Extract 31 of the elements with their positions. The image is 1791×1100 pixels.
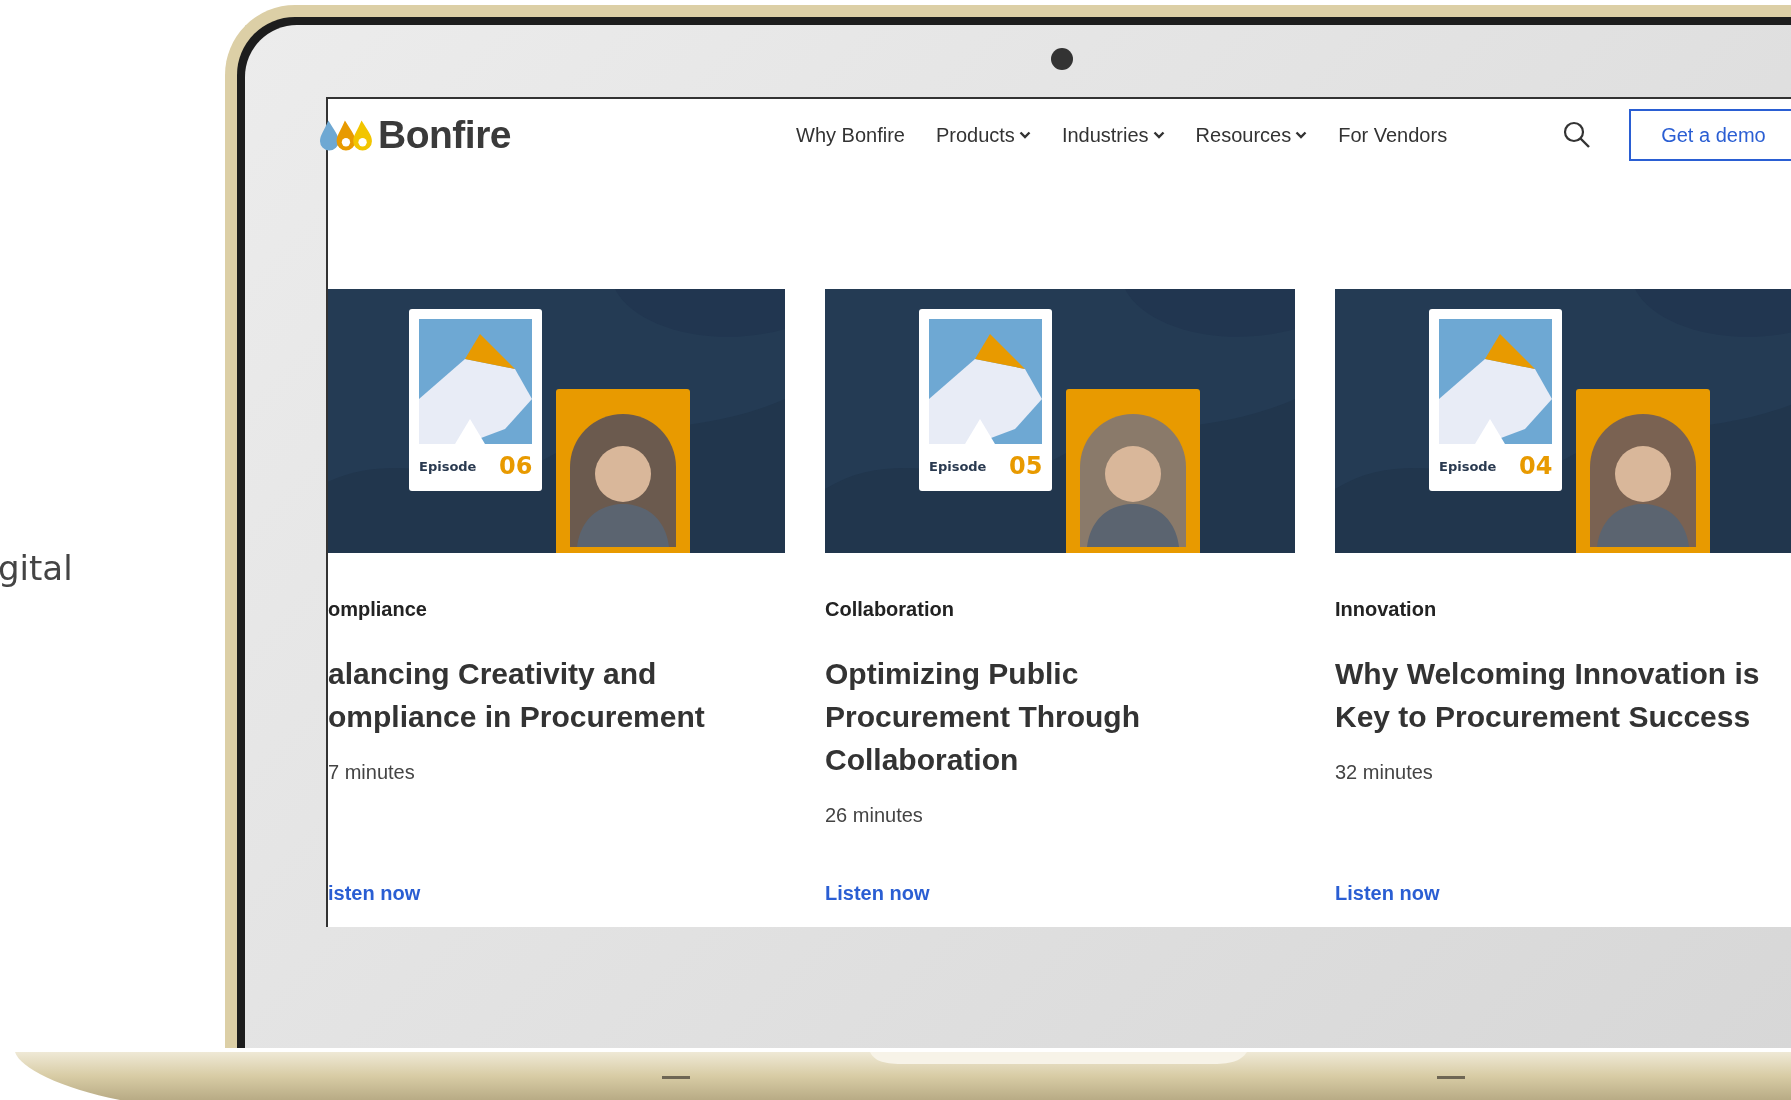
nav-link[interactable]: Products (935, 123, 1031, 147)
listen-now-link[interactable]: Listen now (825, 881, 930, 905)
side-text: gital (0, 548, 73, 588)
chevron-down-icon (1018, 131, 1031, 139)
episode-duration: 26 minutes (825, 803, 923, 827)
nav-link[interactable]: Why Bonfire (796, 123, 905, 147)
episode-duration: 7 minutes (328, 760, 415, 784)
episode-number: 06 (499, 452, 533, 480)
episode-duration: 32 minutes (1335, 760, 1433, 784)
episode-title: Optimizing Public Procurement Through Collaboration (825, 656, 1140, 778)
nav-link[interactable]: Industries (1061, 123, 1165, 147)
camera-icon (1051, 48, 1073, 70)
listen-now-link[interactable]: Listen now (1335, 881, 1440, 905)
episode-category: Collaboration (825, 597, 954, 621)
episode-label: Episode (419, 459, 477, 474)
episode-category: Innovation (1335, 597, 1437, 621)
episode-title: Why Welcoming Innovation is Key to Procurement Success (1335, 656, 1760, 735)
episode-number: 05 (1009, 452, 1043, 480)
episode-title: alancing Creativity and ompliance in Procurement (328, 656, 705, 735)
nav-link[interactable]: Resources (1195, 123, 1308, 147)
brand-name: Bonfire (378, 113, 511, 157)
episode-label: Episode (929, 459, 987, 474)
get-demo-button[interactable]: Get a demo (1629, 109, 1791, 161)
episode-category: ompliance (328, 597, 427, 621)
chevron-down-icon (1152, 131, 1165, 139)
episode-label: Episode (1439, 459, 1497, 474)
episode-number: 04 (1519, 452, 1553, 480)
nav-link[interactable]: For Vendors (1338, 123, 1448, 147)
search-icon[interactable] (1563, 121, 1592, 149)
listen-now-link[interactable]: isten now (328, 881, 421, 905)
chevron-down-icon (1295, 131, 1308, 139)
